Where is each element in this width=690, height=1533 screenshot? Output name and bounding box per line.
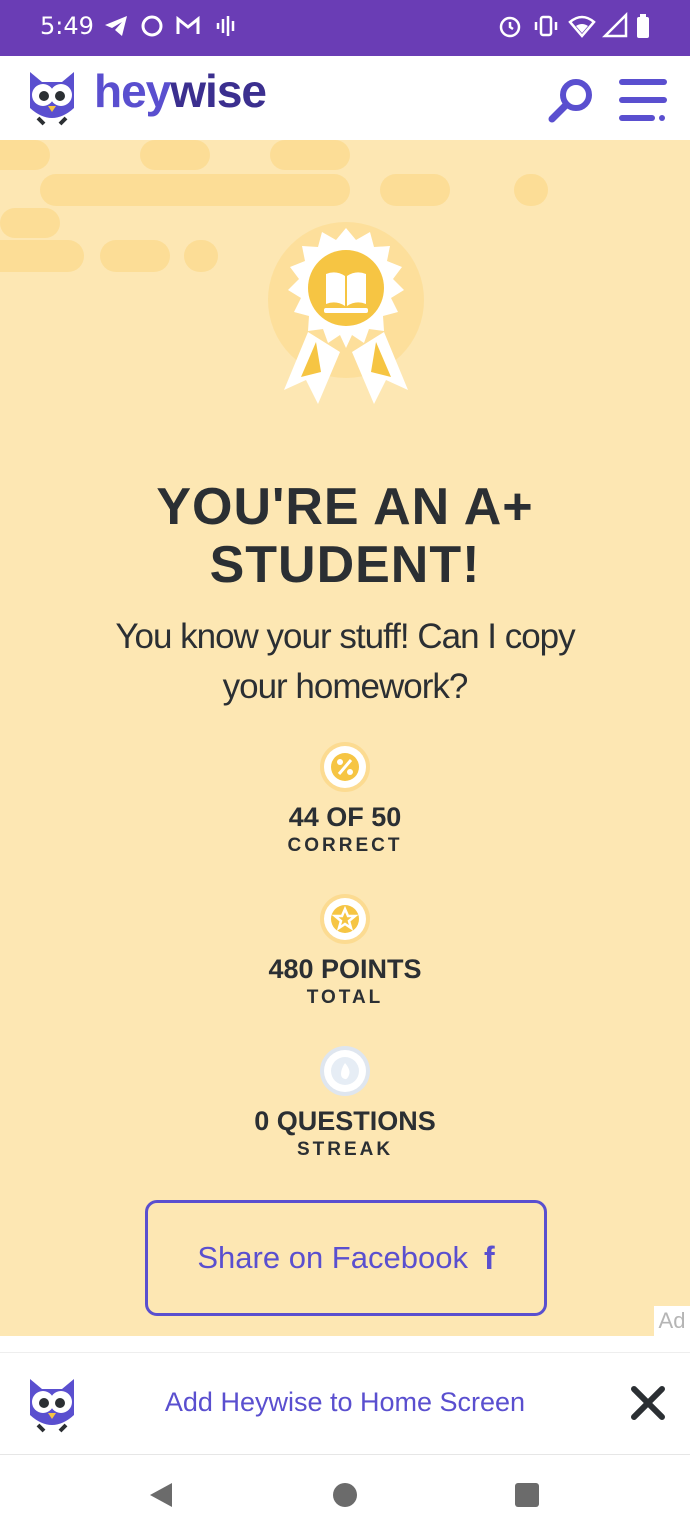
close-icon[interactable] [624, 1379, 672, 1427]
decor-shape [40, 174, 350, 206]
stat-label: CORRECT [287, 835, 403, 856]
app-header: heywise [0, 56, 690, 140]
vibrate-icon [534, 15, 558, 37]
decor-shape [184, 240, 218, 272]
share-label: Share on Facebook [197, 1240, 468, 1275]
decor-shape [0, 140, 50, 170]
alarm-icon [499, 16, 521, 38]
gmail-icon [176, 15, 200, 34]
quiz-result-panel: YOU'RE AN A+ STUDENT! You know your stuf… [0, 140, 690, 1336]
facebook-icon: f [483, 1239, 495, 1276]
subline-line-1: You know your stuff! Can I copy [115, 617, 575, 656]
home-icon[interactable] [327, 1477, 363, 1513]
decor-shape [514, 174, 548, 206]
share-facebook-button[interactable]: Share on Facebook f [145, 1200, 547, 1316]
subline-line-2: your homework? [222, 667, 469, 706]
award-badge-icon [268, 222, 424, 404]
decor-shape [0, 240, 84, 272]
stat-points: 480 POINTS TOTAL [0, 894, 690, 1009]
signal-icon [602, 12, 628, 38]
search-icon[interactable] [546, 74, 598, 126]
result-subline: You know your stuff! Can I copy your hom… [60, 612, 630, 712]
percent-icon [320, 742, 370, 792]
add-to-home-label[interactable]: Add Heywise to Home Screen [110, 1387, 580, 1418]
decor-shape [0, 208, 60, 238]
status-time: 5:49 [40, 12, 94, 40]
stat-correct: 44 OF 50 CORRECT [0, 742, 690, 857]
stat-label: STREAK [296, 1139, 394, 1160]
logo-hey: hey [94, 65, 171, 117]
stat-label: TOTAL [306, 987, 384, 1008]
circle-icon [141, 15, 163, 37]
decor-shape [270, 140, 350, 170]
back-icon[interactable] [144, 1477, 180, 1513]
status-bar: 5:49 [0, 0, 690, 56]
decor-shape [380, 174, 450, 206]
owl-logo-icon[interactable] [24, 68, 80, 126]
menu-icon[interactable] [616, 74, 668, 126]
owl-icon [30, 1379, 74, 1433]
stat-value: 0 QUESTIONS [254, 1106, 436, 1136]
ad-label[interactable]: Ad [654, 1306, 690, 1336]
stat-streak: 0 QUESTIONS STREAK [0, 1046, 690, 1161]
battery-icon [637, 14, 649, 38]
star-icon [320, 894, 370, 944]
decor-shape [140, 140, 210, 170]
stat-value: 480 POINTS [268, 954, 422, 984]
headline-line-1: YOU'RE AN A+ [156, 478, 534, 536]
wifi-icon [568, 15, 596, 38]
podcast-icon [216, 16, 235, 36]
logo-wordmark[interactable]: heywise [94, 64, 267, 118]
system-nav-bar [0, 1454, 690, 1533]
recents-icon[interactable] [509, 1477, 545, 1513]
stat-value: 44 OF 50 [288, 802, 402, 832]
flame-icon [320, 1046, 370, 1096]
add-to-home-banner[interactable]: Add Heywise to Home Screen [0, 1352, 690, 1454]
result-headline: YOU'RE AN A+ STUDENT! [0, 478, 690, 594]
headline-line-2: STUDENT! [209, 536, 481, 594]
decor-shape [100, 240, 170, 272]
logo-wise: wise [170, 65, 267, 117]
telegram-icon [105, 16, 127, 36]
